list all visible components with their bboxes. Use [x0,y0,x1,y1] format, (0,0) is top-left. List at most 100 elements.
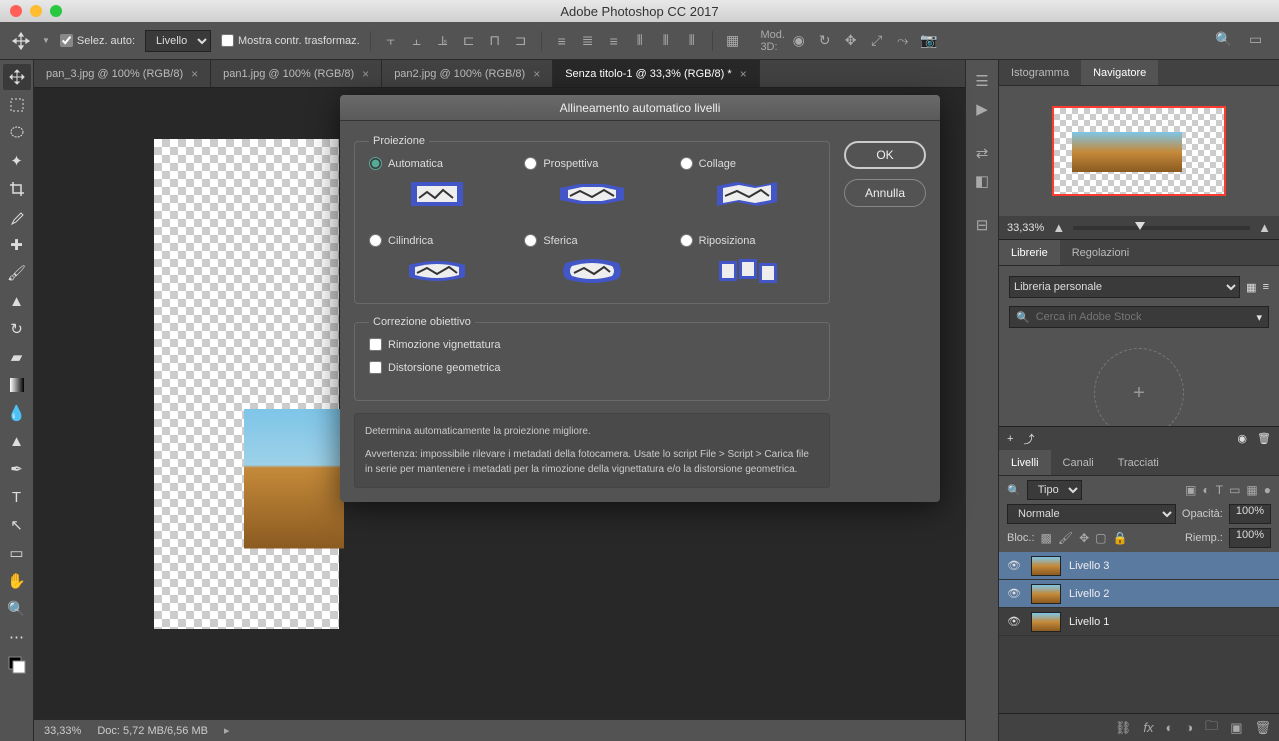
group-icon[interactable]: 🗀 [1205,717,1218,739]
swap-panel-icon[interactable]: ⇄ [976,144,989,162]
filter-type-icon[interactable]: T [1216,483,1223,497]
type-tool[interactable]: T [3,484,31,510]
lock-paint-icon[interactable]: 🖌 [1058,531,1073,545]
color-panel-icon[interactable]: ◧ [975,172,989,190]
history-brush-tool[interactable]: ↻ [3,316,31,342]
zoom-out-icon[interactable]: ▲ [1052,220,1065,235]
doc-tab[interactable]: pan_3.jpg @ 100% (RGB/8)× [34,60,211,87]
zoom-readout[interactable]: 33,33% [44,725,81,737]
navigator-thumbnail[interactable] [1052,106,1226,196]
adjustment-layer-icon[interactable]: ◑ [1185,720,1193,735]
distribute-hcenter-icon[interactable]: ⦀ [656,31,676,51]
grid-view-icon[interactable]: ▦ [1246,281,1256,294]
move-tool[interactable] [3,64,31,90]
zoom-tool[interactable]: 🔍 [3,596,31,622]
distribute-right-icon[interactable]: ⦀ [682,31,702,51]
fill-value[interactable]: 100% [1229,528,1271,548]
trash-icon[interactable]: 🗑 [1257,432,1271,445]
document-canvas[interactable] [154,139,339,629]
filter-img-icon[interactable]: ▣ [1185,483,1196,497]
navigator-panel[interactable] [999,86,1279,216]
gradient-tool[interactable] [3,372,31,398]
blur-tool[interactable]: 💧 [3,400,31,426]
close-tab-icon[interactable]: × [533,67,540,81]
trash-icon[interactable]: 🗑 [1254,720,1271,736]
search-icon[interactable]: 🔍 [1215,31,1235,51]
paths-tab[interactable]: Tracciati [1106,450,1171,475]
filter-adj-icon[interactable]: ◐ [1202,483,1209,497]
visibility-icon[interactable]: 👁 [1007,587,1023,600]
hand-tool[interactable]: ✋ [3,568,31,594]
upload-icon[interactable]: ⤴ [1023,431,1034,447]
blend-mode-select[interactable]: Normale [1007,504,1176,524]
clone-tool[interactable]: ▲ [3,288,31,314]
brush-tool[interactable]: 🖌 [3,260,31,286]
color-swatches[interactable] [3,652,31,678]
layer-name[interactable]: Livello 3 [1069,560,1109,572]
zoom-slider[interactable] [1073,226,1250,230]
close-tab-icon[interactable]: × [362,67,369,81]
status-arrow-icon[interactable]: ▸ [224,724,230,737]
workspace-icon[interactable]: ▭ [1249,31,1269,51]
lock-pixels-icon[interactable]: ▩ [1041,531,1052,545]
edit-toolbar-icon[interactable]: ⋯ [3,624,31,650]
crop-tool[interactable] [3,176,31,202]
library-select[interactable]: Libreria personale [1009,276,1240,298]
libraries-tab[interactable]: Librerie [999,240,1060,265]
close-tab-icon[interactable]: × [191,67,198,81]
auto-select-checkbox[interactable]: Selez. auto: [60,34,135,47]
align-bottom-icon[interactable]: ⫡ [433,31,453,51]
visibility-icon[interactable]: 👁 [1007,559,1023,572]
chevron-down-icon[interactable]: ▼ [42,36,50,45]
navigator-zoom-value[interactable]: 33,33% [1007,222,1044,234]
channels-tab[interactable]: Canali [1051,450,1106,475]
histogram-tab[interactable]: Istogramma [999,60,1081,85]
actions-panel-icon[interactable]: ▶ [976,100,988,118]
show-transform-checkbox[interactable]: Mostra contr. trasformaz. [221,34,360,47]
new-layer-icon[interactable]: ▣ [1230,720,1242,736]
cancel-button[interactable]: Annulla [844,179,926,207]
lock-position-icon[interactable]: ✥ [1079,531,1089,545]
zoom-in-icon[interactable]: ▲ [1258,220,1271,235]
eraser-tool[interactable]: ▰ [3,344,31,370]
lock-all-icon[interactable]: 🔒 [1113,531,1128,545]
projection-auto-radio[interactable]: Automatica [369,157,504,170]
geometric-checkbox[interactable]: Distorsione geometrica [369,361,815,374]
pen-tool[interactable]: ✒ [3,456,31,482]
layer-thumbnail[interactable] [1031,584,1061,604]
projection-reposition-radio[interactable]: Riposiziona [680,234,815,247]
doc-tab[interactable]: Senza titolo-1 @ 33,3% (RGB/8) *× [553,60,759,87]
filter-shape-icon[interactable]: ▭ [1229,483,1240,497]
layer-row[interactable]: 👁 Livello 3 [999,552,1279,580]
filter-toggle-icon[interactable]: ● [1264,483,1271,497]
cloud-icon[interactable]: ◉ [1237,432,1247,445]
library-search[interactable]: 🔍 ▾ [1009,306,1269,328]
library-search-input[interactable] [1036,311,1251,323]
link-layers-icon[interactable]: ⛓ [1115,720,1132,736]
quick-select-tool[interactable]: ✦ [3,148,31,174]
layer-name[interactable]: Livello 2 [1069,588,1109,600]
lock-artboard-icon[interactable]: ▢ [1095,531,1106,545]
history-panel-icon[interactable]: ☰ [975,72,988,90]
adjustments-tab[interactable]: Regolazioni [1060,240,1141,265]
layers-tab[interactable]: Livelli [999,450,1051,475]
layer-filter-kind[interactable]: Tipo [1027,480,1082,500]
layer-row[interactable]: 👁 Livello 2 [999,580,1279,608]
distribute-bottom-icon[interactable]: ≡ [604,31,624,51]
properties-panel-icon[interactable]: ⊟ [976,216,989,234]
navigator-tab[interactable]: Navigatore [1081,60,1158,85]
layer-thumbnail[interactable] [1031,612,1061,632]
chevron-down-icon[interactable]: ▾ [1256,311,1262,324]
auto-align-icon[interactable]: ▦ [723,31,743,51]
projection-collage-radio[interactable]: Collage [680,157,815,170]
distribute-left-icon[interactable]: ⦀ [630,31,650,51]
mask-icon[interactable]: ◐ [1165,720,1173,735]
auto-select-dropdown[interactable]: Livello [145,30,211,52]
distribute-vcenter-icon[interactable]: ≣ [578,31,598,51]
path-select-tool[interactable]: ↖ [3,512,31,538]
doc-tab[interactable]: pan2.jpg @ 100% (RGB/8)× [382,60,553,87]
align-hcenter-icon[interactable]: ⊓ [485,31,505,51]
eyedropper-tool[interactable] [3,204,31,230]
align-top-icon[interactable]: ⫟ [381,31,401,51]
layer-row[interactable]: 👁 Livello 1 [999,608,1279,636]
